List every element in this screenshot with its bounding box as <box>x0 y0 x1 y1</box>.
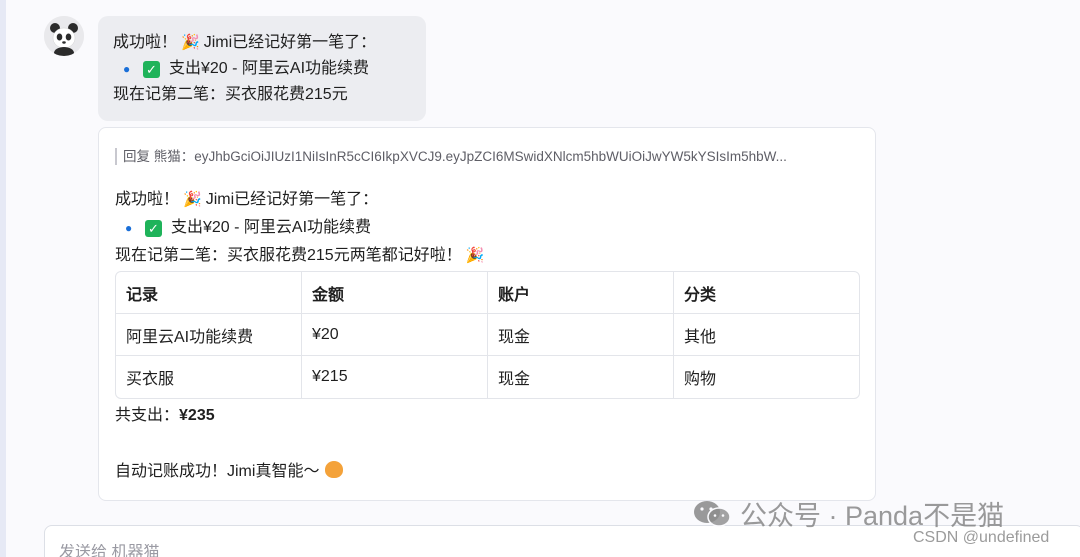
table-cell: 买衣服 <box>116 356 302 398</box>
column-header: 金额 <box>302 272 488 314</box>
message-line-1: 成功啦！ 🎉 Jimi已经记好第一笔了： <box>113 30 411 56</box>
reply-bullet-item: ● ✓ 支出¥20 - 阿里云AI功能续费 <box>115 214 860 242</box>
bullet-item-text: 支出¥20 - 阿里云AI功能续费 <box>171 219 372 236</box>
bot-avatar[interactable] <box>44 16 84 56</box>
table-cell: 现金 <box>488 314 674 356</box>
wechat-watermark: 公众号 · Panda不是猫 <box>692 494 1004 533</box>
message-input[interactable] <box>59 544 659 557</box>
table-cell: 阿里云AI功能续费 <box>116 314 302 356</box>
csdn-watermark: CSDN @undefined <box>913 529 1050 546</box>
footer-text: 自动记账成功！Jimi真智能～ <box>115 463 320 480</box>
column-header: 记录 <box>116 272 302 314</box>
ledger-table: 记录 金额 账户 分类 阿里云AI功能续费 ¥20 现金 其他 买衣服 ¥215… <box>115 271 860 399</box>
table-cell: ¥20 <box>302 314 488 356</box>
party-popper-icon: 🎉 <box>465 247 485 264</box>
reply-body: 成功啦！ 🎉 Jimi已经记好第一笔了： ● ✓ 支出¥20 - 阿里云AI功能续费… <box>115 186 860 270</box>
table-cell: 其他 <box>674 314 859 356</box>
cat-face-icon <box>325 461 344 478</box>
bullet-icon: ● <box>123 62 131 76</box>
table-cell: 购物 <box>684 371 717 388</box>
bullet-icon: ● <box>125 221 133 235</box>
check-mark-icon: ✓ <box>145 219 162 237</box>
message-text: Jimi已经记好第一笔了： <box>203 34 377 51</box>
wechat-icon <box>694 500 731 527</box>
panda-avatar-icon <box>44 16 84 56</box>
bullet-item-text: 支出¥20 - 阿里云AI功能续费 <box>169 60 370 77</box>
party-popper-icon: 🎉 <box>181 34 200 51</box>
table-cell: 现金 <box>488 356 674 398</box>
watermark-text: 公众号 · Panda不是猫 <box>740 501 1005 531</box>
message-bullet-item: ● ✓ 支出¥20 - 阿里云AI功能续费 <box>113 56 411 82</box>
reply-message-card: 回复 熊猫：eyJhbGciOiJIUzI1NiIsInR5cCI6IkpXVC… <box>98 127 876 501</box>
table-cell: ¥215 <box>302 356 488 398</box>
message-line-3: 现在记第二笔：买衣服花费215元 <box>113 86 348 103</box>
table-row: 阿里云AI功能续费 ¥20 现金 其他 <box>116 314 859 356</box>
party-popper-icon: 🎉 <box>183 191 202 208</box>
reply-line-1: 成功啦！ 🎉 Jimi已经记好第一笔了： <box>115 186 860 214</box>
check-mark-icon: ✓ <box>143 60 160 78</box>
bot-message-bubble: 成功啦！ 🎉 Jimi已经记好第一笔了： ● ✓ 支出¥20 - 阿里云AI功能续费… <box>98 16 426 121</box>
total-expense: 共支出：¥235 <box>115 404 215 428</box>
total-label: 共支出： <box>115 407 180 424</box>
table-row: 买衣服 ¥215 现金 购物 <box>116 356 859 398</box>
left-rail <box>0 0 6 557</box>
reply-footer: 自动记账成功！Jimi真智能～ <box>115 460 344 484</box>
table-header-row: 记录 金额 账户 分类 <box>116 272 859 314</box>
reply-quote[interactable]: 回复 熊猫：eyJhbGciOiJIUzI1NiIsInR5cCI6IkpXVC… <box>115 148 855 165</box>
reply-line-3: 现在记第二笔：买衣服花费215元两笔都记好啦！ 🎉 <box>115 242 860 270</box>
reply-text: Jimi已经记好第一笔了： <box>205 191 379 208</box>
chat-page: 成功啦！ 🎉 Jimi已经记好第一笔了： ● ✓ 支出¥20 - 阿里云AI功能续费… <box>0 0 1080 557</box>
reply-text: 成功啦！ <box>115 191 180 208</box>
message-text: 成功啦！ <box>113 34 178 51</box>
column-header: 账户 <box>488 272 674 314</box>
total-value: ¥235 <box>179 407 215 424</box>
reply-text: 现在记第二笔：买衣服花费215元两笔都记好啦！ <box>115 247 462 264</box>
column-header: 分类 <box>674 272 859 314</box>
